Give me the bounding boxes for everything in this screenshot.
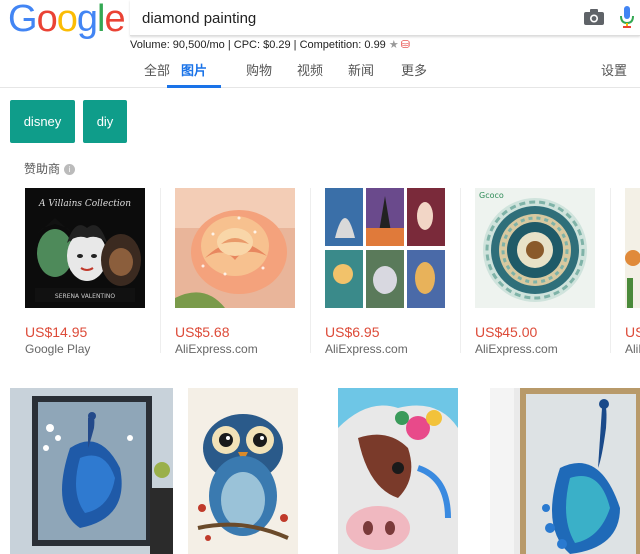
- ad-store: AliExpress.com: [175, 342, 258, 356]
- shopping-ad[interactable]: US$ AliE: [625, 188, 640, 358]
- ad-store: AliExpress.com: [325, 342, 408, 356]
- logo-letter: G: [8, 0, 38, 40]
- result-image-owl[interactable]: [188, 388, 298, 554]
- chip-disney[interactable]: disney: [10, 100, 75, 143]
- ad-store: AliExpress.com: [475, 342, 558, 356]
- ad-image[interactable]: [625, 188, 640, 308]
- tab-images[interactable]: 图片: [167, 60, 222, 88]
- keyword-stats-text: Volume: 90,500/mo | CPC: $0.29 | Competi…: [130, 39, 386, 51]
- ad-price: US$6.95: [325, 324, 380, 340]
- logo-letter: l: [96, 0, 106, 40]
- logo-letter: o: [56, 0, 78, 40]
- result-image-peacock-white[interactable]: [490, 388, 640, 554]
- settings-link[interactable]: 设置: [601, 60, 627, 79]
- sponsored-label: 赞助商 i: [24, 160, 76, 177]
- camera-icon[interactable]: [584, 9, 604, 25]
- ad-image[interactable]: Gcoco: [475, 188, 595, 308]
- header: Google Volume: 90,500/mo | CPC: $0.29 | …: [0, 0, 640, 88]
- villains-poster-artist: SERENA VALENTINO: [55, 293, 115, 300]
- ad-store: Google Play: [25, 342, 91, 356]
- database-icon[interactable]: ⛁: [401, 39, 410, 51]
- search-box: [130, 0, 640, 36]
- ad-store: AliE: [625, 342, 640, 356]
- logo-letter: o: [36, 0, 58, 40]
- ad-price: US$14.95: [25, 324, 88, 340]
- google-logo[interactable]: Google: [8, 0, 126, 40]
- info-icon[interactable]: i: [64, 164, 76, 175]
- sponsored-text: 赞助商: [24, 162, 61, 176]
- shopping-ad[interactable]: US$5.68 AliExpress.com: [175, 188, 325, 358]
- ad-price: US$45.00: [475, 324, 538, 340]
- divider: [310, 188, 311, 353]
- ad-image[interactable]: A Villains Collection SERENA VALENTINO: [25, 188, 145, 308]
- shopping-ad[interactable]: Gcoco US$45.00 AliExpress.com: [475, 188, 625, 358]
- result-image-cow[interactable]: [338, 388, 458, 554]
- logo-letter: g: [76, 0, 98, 40]
- ad-image[interactable]: [325, 188, 445, 308]
- logo-letter: e: [104, 0, 125, 40]
- search-input[interactable]: [142, 6, 562, 30]
- divider: [460, 188, 461, 353]
- tab-more[interactable]: 更多: [401, 60, 427, 88]
- divider: [610, 188, 611, 353]
- divider: [160, 188, 161, 353]
- villains-poster-title: A Villains Collection: [38, 199, 131, 209]
- ad-price: US$: [625, 324, 640, 340]
- ad-image[interactable]: [175, 188, 295, 308]
- mandala-brand-mark: Gcoco: [479, 191, 504, 200]
- tab-shopping[interactable]: 购物: [246, 60, 272, 88]
- microphone-icon[interactable]: [620, 6, 634, 28]
- keyword-stats: Volume: 90,500/mo | CPC: $0.29 | Competi…: [130, 38, 410, 51]
- ad-price: US$5.68: [175, 324, 230, 340]
- star-icon[interactable]: ★: [389, 39, 399, 51]
- result-image-peacock-blue[interactable]: [10, 388, 173, 554]
- tab-news[interactable]: 新闻: [348, 60, 374, 88]
- tab-videos[interactable]: 视频: [297, 60, 323, 88]
- chip-diy[interactable]: diy: [83, 100, 127, 143]
- shopping-ad[interactable]: A Villains Collection SERENA VALENTINO U…: [25, 188, 175, 358]
- shopping-ad[interactable]: US$6.95 AliExpress.com: [325, 188, 475, 358]
